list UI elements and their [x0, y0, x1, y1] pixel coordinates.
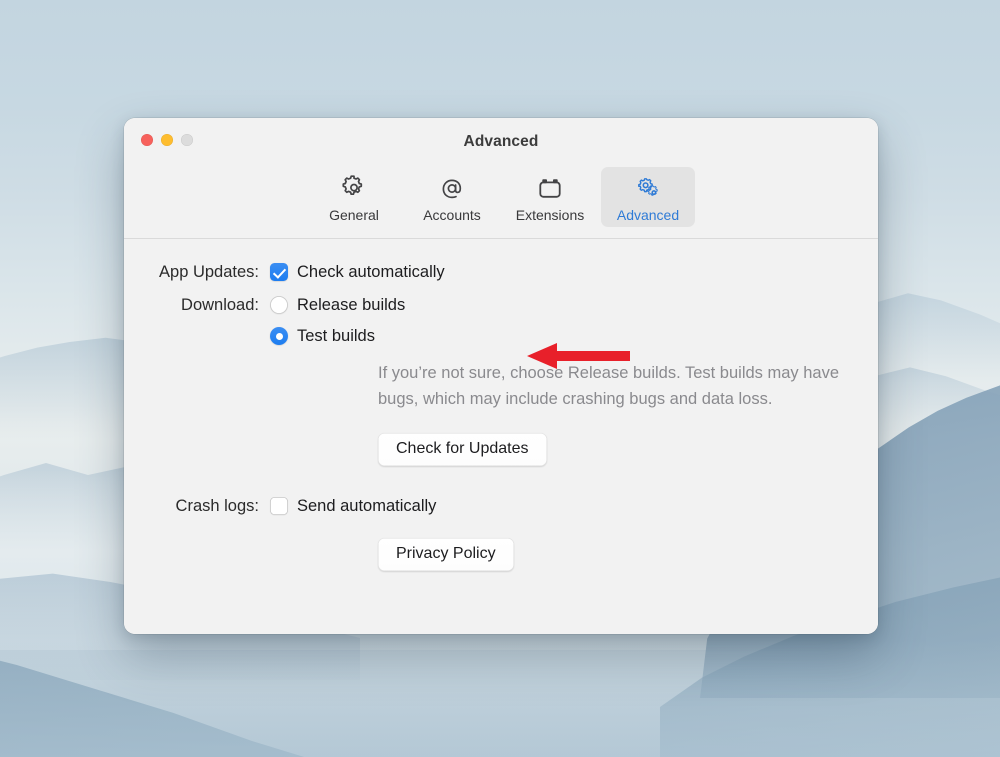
tab-extensions[interactable]: Extensions — [503, 167, 597, 227]
advanced-settings-pane: App Updates: Check automatically Downloa… — [124, 239, 878, 634]
test-builds-label: Test builds — [297, 327, 375, 345]
traffic-light-buttons[interactable] — [141, 134, 193, 146]
check-for-updates-button[interactable]: Check for Updates — [378, 433, 547, 466]
window-titlebar: Advanced — [124, 118, 878, 165]
app-updates-field[interactable]: Check automatically — [270, 261, 445, 283]
release-builds-radio[interactable] — [270, 296, 288, 314]
tab-advanced[interactable]: Advanced — [601, 167, 695, 227]
release-builds-field[interactable]: Release builds — [270, 294, 405, 316]
privacy-policy-button-row: Privacy Policy — [124, 538, 878, 571]
crash-logs-label: Crash logs: — [175, 497, 259, 515]
tab-accounts-label: Accounts — [423, 207, 481, 223]
download-label: Download: — [181, 296, 259, 314]
privacy-policy-button[interactable]: Privacy Policy — [378, 538, 514, 571]
download-row-release: Download: Release builds — [124, 294, 878, 316]
at-sign-icon — [437, 173, 467, 205]
tab-advanced-label: Advanced — [616, 207, 680, 223]
check-automatically-checkbox[interactable] — [270, 263, 288, 281]
tab-accounts[interactable]: Accounts — [405, 167, 499, 227]
preferences-window: Advanced General Accounts Extensions Adv… — [124, 118, 878, 634]
minimize-button[interactable] — [161, 134, 173, 146]
window-title: Advanced — [463, 132, 539, 150]
preferences-toolbar: General Accounts Extensions Advanced — [124, 165, 878, 239]
extension-icon — [535, 173, 565, 205]
tab-extensions-label: Extensions — [515, 207, 585, 223]
download-row-test: Test builds — [124, 325, 878, 347]
zoom-button — [181, 134, 193, 146]
test-builds-field[interactable]: Test builds — [270, 325, 375, 347]
release-builds-label: Release builds — [297, 296, 406, 314]
test-builds-radio[interactable] — [270, 327, 288, 345]
double-gear-icon — [633, 173, 663, 205]
close-button[interactable] — [141, 134, 153, 146]
lower-haze-band — [0, 640, 1000, 757]
send-automatically-checkbox[interactable] — [270, 497, 288, 515]
download-help-text: If you’re not sure, choose Release build… — [378, 364, 840, 408]
check-updates-button-row: Check for Updates — [124, 433, 878, 466]
app-updates-row: App Updates: Check automatically — [124, 261, 878, 283]
tab-general-label: General — [329, 207, 379, 223]
check-automatically-label: Check automatically — [297, 263, 445, 281]
crash-logs-row: Crash logs: Send automatically — [124, 495, 878, 517]
app-updates-label: App Updates: — [159, 263, 259, 281]
tab-general[interactable]: General — [307, 167, 401, 227]
crash-logs-field[interactable]: Send automatically — [270, 495, 436, 517]
desktop-wallpaper: Advanced General Accounts Extensions Adv… — [0, 0, 1000, 757]
gear-icon — [339, 173, 369, 205]
send-automatically-label: Send automatically — [297, 497, 437, 515]
